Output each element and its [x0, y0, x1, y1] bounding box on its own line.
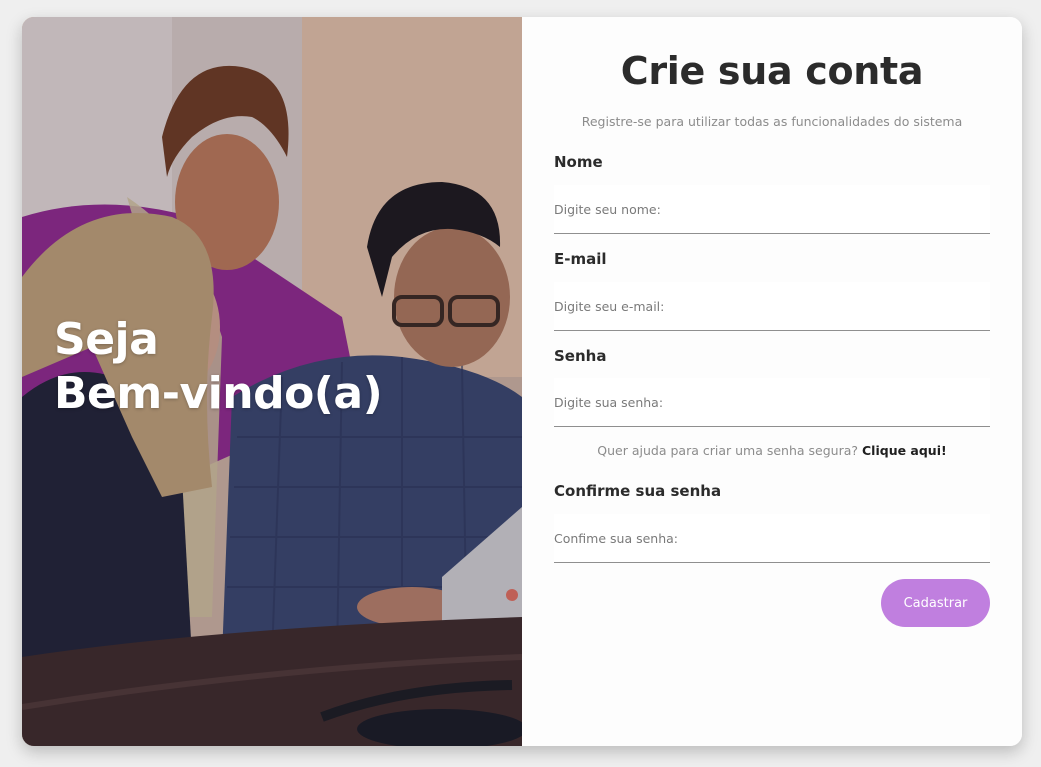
confirm-password-field[interactable] — [554, 514, 990, 563]
name-field[interactable] — [554, 185, 990, 234]
password-help-link[interactable]: Clique aqui! — [862, 443, 947, 458]
hero-title-line1: Seja — [54, 314, 159, 365]
password-help: Quer ajuda para criar uma senha segura? … — [522, 443, 1022, 458]
page-subtitle: Registre-se para utilizar todas as funci… — [581, 114, 963, 129]
email-label: E-mail — [554, 250, 607, 268]
name-label: Nome — [554, 153, 603, 171]
signup-form: Crie sua conta Registre-se para utilizar… — [522, 17, 1022, 746]
email-field[interactable] — [554, 282, 990, 331]
register-button[interactable]: Cadastrar — [881, 579, 990, 627]
hero-title: Seja Bem-vindo(a) — [54, 313, 383, 421]
password-field[interactable] — [554, 378, 990, 427]
page-title: Crie sua conta — [620, 49, 924, 93]
password-help-text: Quer ajuda para criar uma senha segura? — [597, 443, 859, 458]
signup-card: Seja Bem-vindo(a) Crie sua conta Registr… — [22, 17, 1022, 746]
confirm-password-label: Confirme sua senha — [554, 482, 722, 500]
password-label: Senha — [554, 347, 607, 365]
hero-panel: Seja Bem-vindo(a) — [22, 17, 522, 746]
hero-title-line2: Bem-vindo(a) — [54, 368, 383, 419]
